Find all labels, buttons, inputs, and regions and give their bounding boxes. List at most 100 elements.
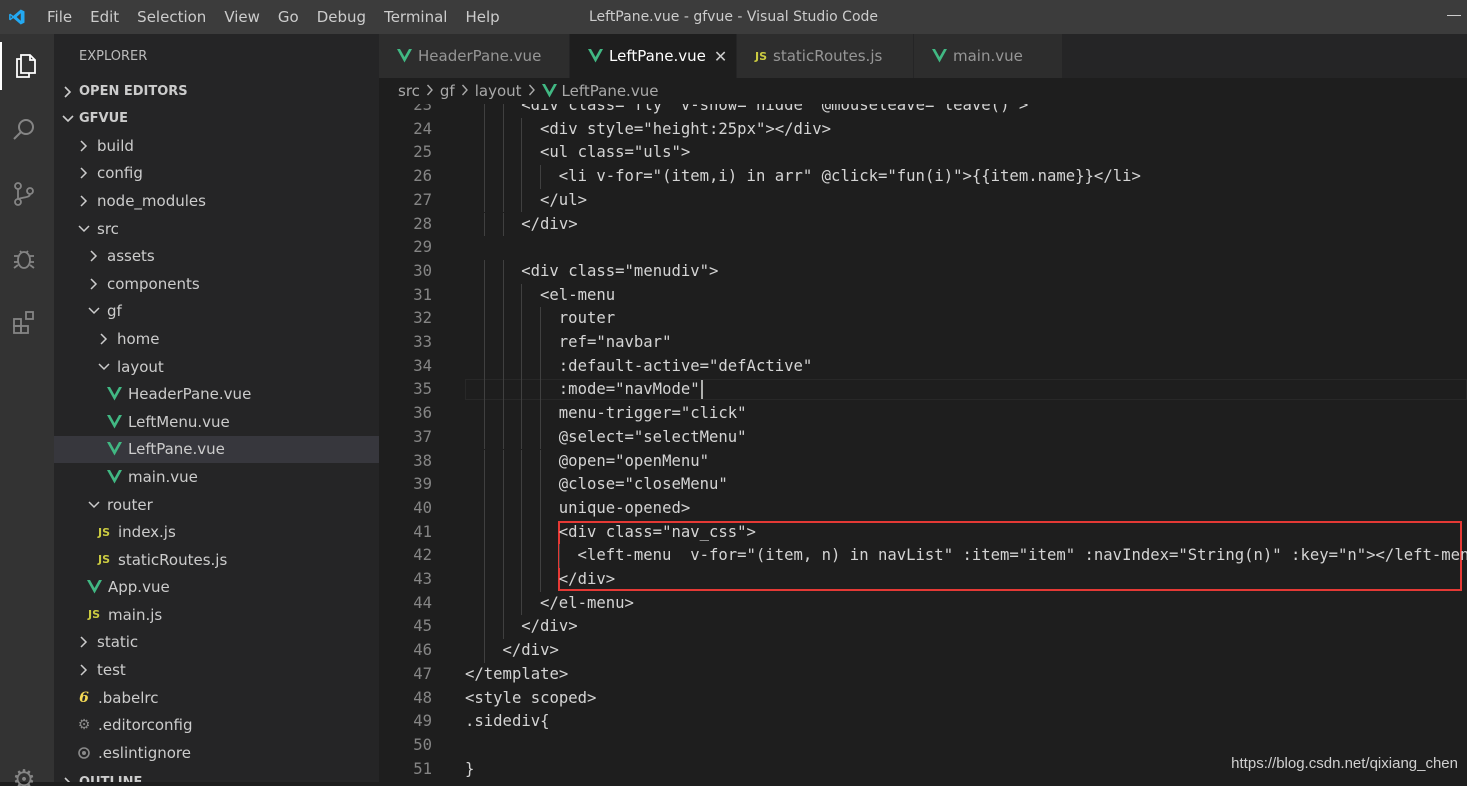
tree-file[interactable]: ⚙ .editorconfig — [54, 711, 379, 739]
tab-headerpane-vue[interactable]: HeaderPane.vue — [379, 34, 570, 78]
tree-folder[interactable]: static — [54, 629, 379, 657]
menu-edit[interactable]: Edit — [81, 0, 128, 34]
tree-file[interactable]: 6 .babelrc — [54, 684, 379, 712]
js-file-icon: JS — [87, 608, 100, 622]
tree-file[interactable]: JS main.js — [54, 601, 379, 629]
tree-file[interactable]: App.vue — [54, 574, 379, 602]
project-label: GFVUE — [79, 111, 129, 126]
tree-file[interactable]: HeaderPane.vue — [54, 380, 379, 408]
tree-file[interactable]: LeftPane.vue — [54, 435, 379, 464]
tree-folder[interactable]: src — [54, 215, 379, 243]
indent-guide — [502, 615, 504, 640]
tree-item-label: LeftMenu.vue — [128, 412, 230, 431]
line-number: 39 — [413, 475, 432, 494]
menu-file[interactable]: File — [38, 0, 81, 34]
tree-folder[interactable]: components — [54, 270, 379, 298]
outline-label: OUTLINE — [79, 769, 142, 782]
indent-guide — [540, 449, 542, 474]
tree-folder[interactable]: node_modules — [54, 187, 379, 215]
activity-bar: ⚙ — [0, 34, 54, 786]
extensions-icon[interactable] — [0, 298, 48, 346]
line-number: 24 — [413, 119, 432, 138]
breadcrumb-item[interactable]: gf — [440, 82, 455, 100]
indent-guide — [521, 544, 523, 568]
menu-help[interactable]: Help — [456, 0, 508, 34]
tab-main-vue[interactable]: main.vue — [914, 34, 1063, 78]
code-text: </div> — [502, 641, 559, 660]
tree-folder[interactable]: home — [54, 325, 379, 353]
line-number: 23 — [413, 104, 432, 114]
tab-leftpane-vue[interactable]: LeftPane.vue ✕ — [570, 34, 737, 78]
tree-folder[interactable]: layout — [54, 353, 379, 381]
search-icon[interactable] — [0, 106, 48, 154]
babel-file-icon: 6 — [79, 689, 89, 706]
tree-folder[interactable]: gf — [54, 298, 379, 326]
line-number: 47 — [413, 664, 432, 683]
code-text: menu-trigger="click" — [558, 404, 747, 423]
indent-guide — [521, 283, 523, 308]
explorer-icon[interactable] — [0, 42, 50, 90]
menu-terminal[interactable]: Terminal — [375, 0, 456, 34]
close-tab-icon[interactable]: ✕ — [714, 47, 727, 66]
breadcrumb-separator-icon — [426, 82, 434, 100]
indent-guide — [483, 591, 485, 616]
chevron-down-icon — [57, 114, 79, 124]
code-line: 45 </div> — [379, 615, 1467, 640]
outline-header[interactable]: OUTLINE — [54, 769, 142, 782]
tree-folder[interactable]: build — [54, 132, 379, 160]
chevron-right-icon — [73, 140, 95, 152]
breadcrumb-item[interactable]: LeftPane.vue — [562, 82, 659, 100]
code-editor[interactable]: 23 <div class="fly" v-show="hidde" @mouse… — [379, 104, 1467, 782]
editor-group: HeaderPane.vue LeftPane.vue ✕ JS staticRoute… — [379, 34, 1467, 782]
line-number: 34 — [413, 356, 432, 375]
menu-debug[interactable]: Debug — [308, 0, 375, 34]
tree-folder[interactable]: config — [54, 160, 379, 188]
tree-file[interactable]: LeftMenu.vue — [54, 408, 379, 436]
tree-file[interactable]: JS staticRoutes.js — [54, 546, 379, 574]
explorer-title: EXPLORER — [79, 49, 148, 64]
indent-guide — [540, 402, 542, 426]
indent-guide — [521, 378, 523, 403]
open-editors-header[interactable]: OPEN EDITORS — [54, 78, 379, 105]
code-text: <ul class="uls"> — [540, 143, 691, 162]
line-number: 50 — [413, 735, 432, 754]
breadcrumb-item[interactable]: layout — [475, 82, 522, 100]
indent-guide — [521, 568, 523, 592]
indent-guide — [483, 615, 485, 640]
indent-guide — [540, 520, 542, 545]
project-header[interactable]: GFVUE — [54, 105, 379, 132]
tree-folder[interactable]: router — [54, 491, 379, 519]
code-line: 26 <li v-for="(item,i) in arr" @click="fu… — [379, 165, 1467, 189]
code-text: ref="navbar" — [558, 333, 672, 351]
tab-staticroutes-js[interactable]: JS staticRoutes.js — [737, 34, 914, 78]
breadcrumb-item[interactable]: src — [398, 82, 420, 100]
line-number: 32 — [413, 309, 432, 328]
indent-guide — [502, 591, 504, 616]
menu-selection[interactable]: Selection — [128, 0, 215, 34]
tree-file[interactable]: main.vue — [54, 463, 379, 491]
indent-guide — [483, 104, 485, 118]
menu-go[interactable]: Go — [269, 0, 308, 34]
chevron-down-icon — [83, 500, 105, 510]
line-number: 28 — [413, 214, 432, 233]
code-text: <div style="height:25px"></div> — [540, 119, 832, 138]
code-text: </ul> — [540, 190, 587, 209]
indent-guide — [483, 188, 485, 213]
chevron-right-icon — [57, 85, 79, 98]
minimize-icon[interactable] — [1447, 15, 1461, 16]
tree-item-label: .babelrc — [98, 688, 159, 707]
menu-view[interactable]: View — [215, 0, 269, 34]
source-control-icon[interactable] — [0, 170, 48, 218]
tree-item-label: staticRoutes.js — [118, 550, 228, 569]
tree-folder[interactable]: test — [54, 656, 379, 684]
tree-file[interactable]: .eslintignore — [54, 739, 379, 767]
tree-file[interactable]: JS index.js — [54, 518, 379, 546]
code-line: 43 </div> — [379, 568, 1467, 592]
chevron-right-icon — [83, 278, 105, 290]
indent-guide — [502, 188, 504, 213]
debug-icon[interactable] — [0, 234, 48, 282]
tree-folder[interactable]: assets — [54, 242, 379, 270]
code-line: 35:mode="navMode" — [379, 378, 1467, 403]
indent-guide — [521, 425, 523, 450]
tree-item-label: config — [97, 164, 143, 183]
